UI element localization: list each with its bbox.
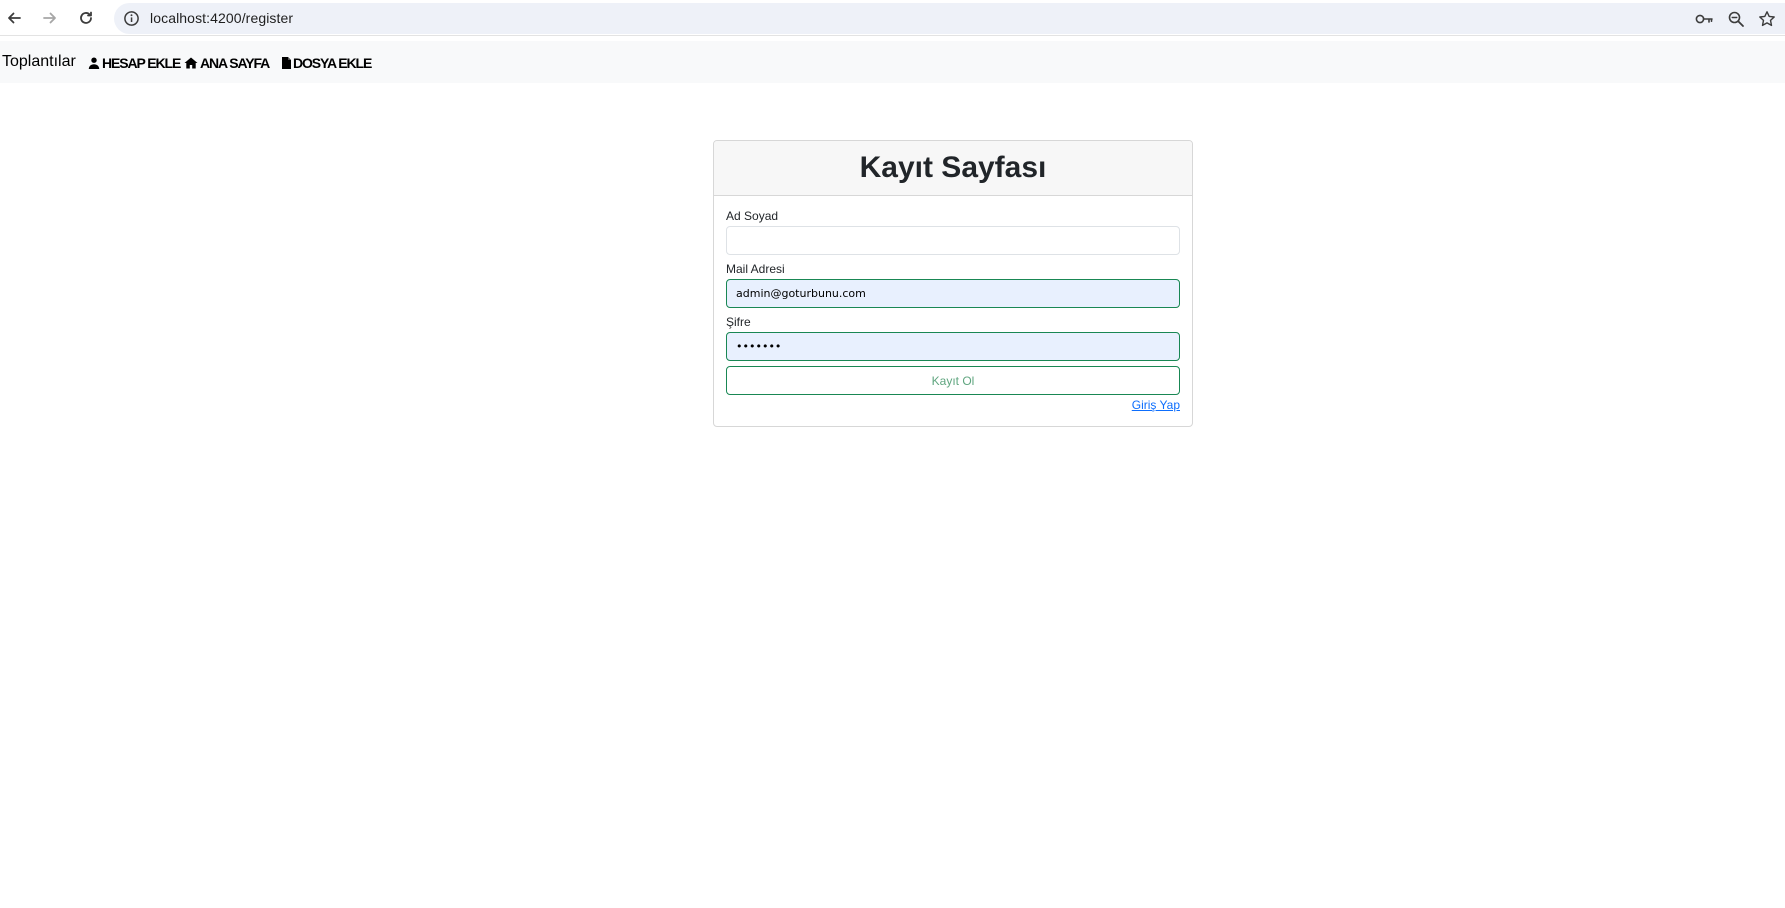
zoom-icon [1728, 11, 1744, 27]
email-label: Mail Adresi [726, 262, 785, 276]
nav-link-dosya-ekle[interactable]: DOSYA EKLE [282, 55, 372, 71]
user-icon [88, 57, 100, 69]
login-link[interactable]: Giriş Yap [1132, 398, 1180, 412]
reload-icon [80, 11, 92, 24]
navbar-brand[interactable]: Toplantılar [2, 53, 76, 71]
browser-toolbar: localhost:4200/register [0, 0, 1785, 36]
url-text[interactable]: localhost:4200/register [150, 10, 293, 26]
zoom-button[interactable] [1726, 9, 1746, 29]
arrow-left-icon [8, 12, 21, 24]
home-icon [184, 57, 198, 69]
nav-link-hesap-ekle[interactable]: HESAP EKLE [88, 55, 181, 71]
key-icon [1695, 14, 1713, 24]
password-field[interactable] [726, 332, 1180, 361]
bookmark-button[interactable] [1757, 9, 1777, 29]
nav-link-ana-sayfa[interactable]: ANA SAYFA [184, 55, 270, 71]
password-manager-button[interactable] [1694, 9, 1714, 29]
password-label: Şifre [726, 315, 751, 329]
file-icon [282, 57, 291, 69]
page-title: Kayıt Sayfası [859, 151, 1047, 184]
register-button[interactable]: Kayıt Ol [726, 366, 1180, 395]
forward-button[interactable] [37, 5, 63, 31]
register-card: Kayıt Sayfası Ad Soyad Mail Adresi Şifre… [713, 140, 1193, 427]
app-navbar: Toplantılar HESAP EKLE ANA SAYFA DOSYA E… [0, 41, 1785, 83]
name-label: Ad Soyad [726, 209, 779, 223]
reload-button[interactable] [73, 5, 99, 31]
nav-link-label: DOSYA EKLE [293, 55, 372, 71]
email-field[interactable] [726, 279, 1180, 308]
nav-link-label: ANA SAYFA [200, 55, 270, 71]
address-bar[interactable]: localhost:4200/register [114, 3, 1785, 34]
info-icon[interactable] [123, 10, 140, 27]
back-button[interactable] [1, 5, 27, 31]
card-header: Kayıt Sayfası [714, 141, 1192, 196]
arrow-right-icon [43, 12, 56, 24]
name-field[interactable] [726, 226, 1180, 255]
star-icon [1759, 11, 1775, 27]
nav-link-label: HESAP EKLE [102, 55, 181, 71]
